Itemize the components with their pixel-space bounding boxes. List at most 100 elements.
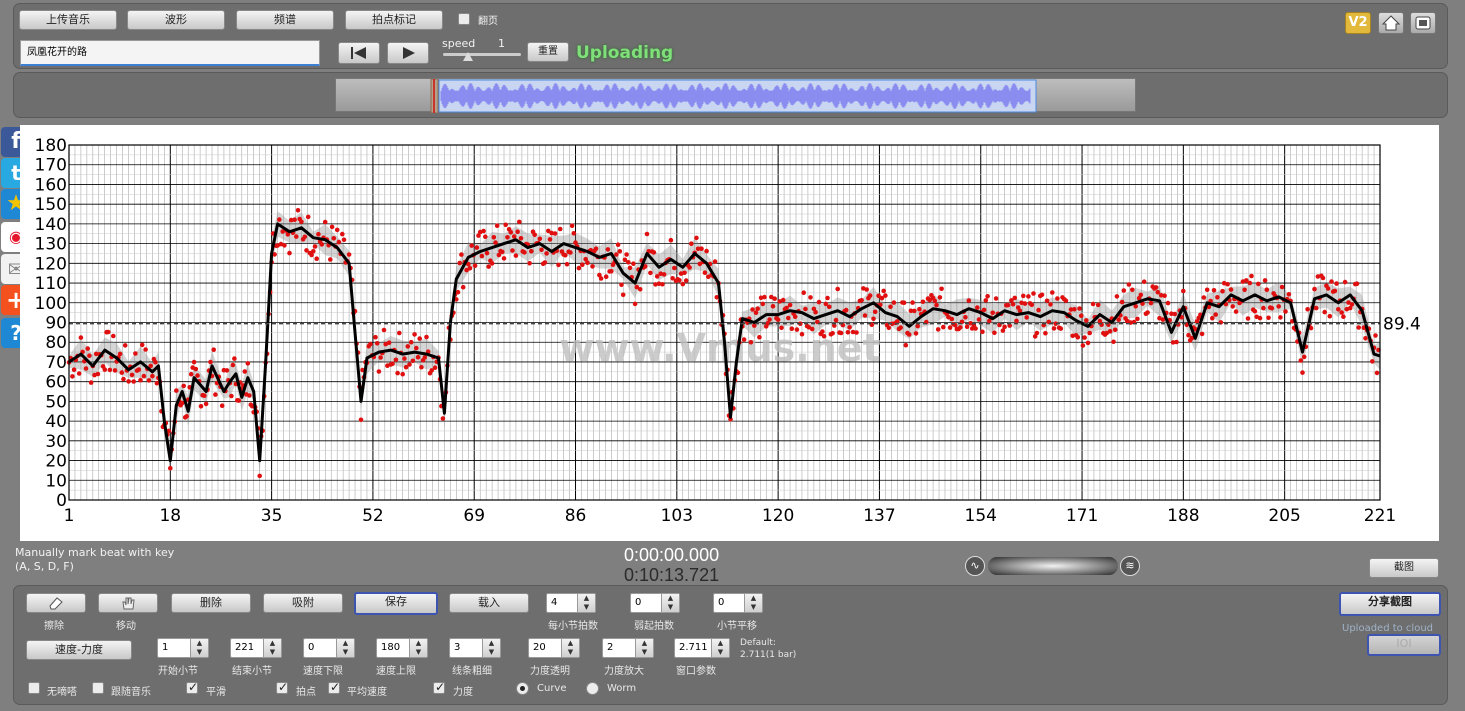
spinner-arrows-icon[interactable]: ▲ ▼ xyxy=(409,639,427,657)
speed-slider-thumb[interactable] xyxy=(463,52,473,61)
beat-point xyxy=(121,376,126,382)
beat-point xyxy=(1141,279,1147,284)
spinner-arrows-icon[interactable]: ▲ ▼ xyxy=(635,639,653,657)
dynamics-scale-spinner[interactable]: 2 ▲ ▼ xyxy=(602,638,654,658)
beat-point xyxy=(661,272,667,277)
fullscreen-button[interactable] xyxy=(1410,12,1436,34)
absorb-button[interactable]: 吸附 xyxy=(263,593,343,613)
beat-point xyxy=(741,337,747,342)
start-bar-spinner[interactable]: 1 ▲ ▼ xyxy=(157,638,209,658)
beat-point xyxy=(455,289,461,295)
dynamics-opacity-spinner[interactable]: 20 ▲ ▼ xyxy=(528,638,580,658)
beat-point xyxy=(129,372,135,378)
spinner-arrows-icon[interactable]: ▲ ▼ xyxy=(577,594,595,612)
beat-point xyxy=(491,235,497,240)
flip-page-checkbox[interactable] xyxy=(458,13,470,25)
dynamics-checkbox[interactable] xyxy=(433,680,445,694)
play-button[interactable] xyxy=(387,42,429,64)
move-tool-button[interactable] xyxy=(98,593,158,613)
screenshot-button[interactable]: 截图 xyxy=(1369,558,1439,578)
beat-point xyxy=(809,326,815,332)
tempo-dynamics-button[interactable]: 速度-力度 xyxy=(26,640,132,660)
manual-beat-keys: (A, S, D, F) xyxy=(15,560,74,573)
beat-point xyxy=(195,373,200,378)
track-name-input[interactable]: 凤凰花开的路 xyxy=(20,40,320,66)
beat-mark-button[interactable]: 拍点标记 xyxy=(345,10,443,30)
window-param-spinner[interactable]: 2.711 ▲ ▼ xyxy=(674,638,730,658)
beat-point xyxy=(1012,295,1018,301)
beat-point xyxy=(780,297,786,303)
volume-max-icon[interactable]: ≋ xyxy=(1120,556,1140,576)
upload-music-button[interactable]: 上传音乐 xyxy=(19,10,117,30)
y-tick-label: 10 xyxy=(45,471,67,491)
curve-radio[interactable] xyxy=(516,682,529,695)
line-width-spinner[interactable]: 3 ▲ ▼ xyxy=(449,638,501,658)
beat-point xyxy=(787,302,793,308)
beat-point xyxy=(1298,358,1304,363)
save-button[interactable]: 保存 xyxy=(354,592,438,615)
beat-point xyxy=(1336,307,1341,312)
beat-point xyxy=(632,301,638,307)
spinner-arrows-icon[interactable]: ▲ ▼ xyxy=(190,639,208,657)
tempo-max-spinner[interactable]: 180 ▲ ▼ xyxy=(376,638,428,658)
beat-point xyxy=(469,243,475,248)
avg-tempo-checkbox[interactable] xyxy=(328,680,340,694)
skip-to-start-button[interactable] xyxy=(338,42,380,64)
volume-slider[interactable] xyxy=(988,557,1118,575)
beat-point xyxy=(826,304,832,310)
beat-point xyxy=(1201,295,1207,300)
x-tick-label: 86 xyxy=(565,506,587,526)
beat-point xyxy=(1199,331,1205,337)
beat-point xyxy=(958,325,963,330)
no-click-checkbox[interactable] xyxy=(28,682,40,694)
beat-point xyxy=(571,231,577,236)
spectrum-button[interactable]: 频谱 xyxy=(236,10,334,30)
end-bar-spinner[interactable]: 221 ▲ ▼ xyxy=(230,638,282,658)
beat-point xyxy=(820,329,825,334)
spinner-arrows-icon[interactable]: ▲ ▼ xyxy=(263,639,281,657)
waveform-button[interactable]: 波形 xyxy=(127,10,225,30)
worm-label: Worm xyxy=(607,683,637,694)
volume-min-icon[interactable]: ∿ xyxy=(965,556,985,576)
beat-point xyxy=(1085,340,1091,346)
delete-button[interactable]: 删除 xyxy=(171,593,251,613)
spinner-arrows-icon[interactable]: ▲ ▼ xyxy=(661,594,679,612)
beat-point-checkbox[interactable] xyxy=(276,680,288,694)
worm-radio[interactable] xyxy=(586,682,599,695)
spinner-arrows-icon[interactable]: ▲ ▼ xyxy=(744,594,762,612)
beat-point xyxy=(1029,302,1035,308)
tempo-chart[interactable]: www.Vmus.net89.4010203040506070809010011… xyxy=(20,125,1439,541)
y-tick-label: 60 xyxy=(45,373,67,393)
speed-slider[interactable] xyxy=(443,53,521,56)
beat-point xyxy=(682,270,687,276)
share-screenshot-button[interactable]: 分享截图 xyxy=(1339,592,1441,616)
bar-shift-spinner[interactable]: 0 ▲ ▼ xyxy=(713,593,763,613)
beat-point xyxy=(1005,302,1011,308)
load-button[interactable]: 载入 xyxy=(449,593,529,613)
version-badge[interactable]: V2 xyxy=(1345,12,1371,34)
home-button[interactable] xyxy=(1378,12,1404,34)
spinner-arrows-icon[interactable]: ▲ ▼ xyxy=(336,639,354,657)
beat-point xyxy=(358,417,364,423)
beat-point xyxy=(580,262,585,267)
erase-tool-button[interactable] xyxy=(26,593,86,613)
beat-point xyxy=(1252,308,1258,314)
waveform-overview[interactable] xyxy=(335,78,1136,113)
tempo-min-spinner[interactable]: 0 ▲ ▼ xyxy=(303,638,355,658)
follow-music-checkbox[interactable] xyxy=(92,682,104,694)
ioi-button[interactable]: IOI xyxy=(1367,634,1441,656)
reset-speed-button[interactable]: 重置 xyxy=(527,42,569,62)
beat-point xyxy=(932,298,938,304)
beat-point xyxy=(417,336,423,341)
beat-point xyxy=(422,355,428,360)
beat-point xyxy=(457,260,463,266)
tempo-min-label: 速度下限 xyxy=(303,666,343,677)
beat-point xyxy=(328,257,333,262)
smooth-checkbox[interactable] xyxy=(186,680,198,694)
spinner-arrows-icon[interactable]: ▲ ▼ xyxy=(482,639,500,657)
beats-per-bar-spinner[interactable]: 4 ▲ ▼ xyxy=(546,593,596,613)
x-tick-label: 1 xyxy=(64,506,75,526)
spinner-arrows-icon[interactable]: ▲ ▼ xyxy=(711,639,729,657)
spinner-arrows-icon[interactable]: ▲ ▼ xyxy=(561,639,579,657)
weak-beats-spinner[interactable]: 0 ▲ ▼ xyxy=(630,593,680,613)
